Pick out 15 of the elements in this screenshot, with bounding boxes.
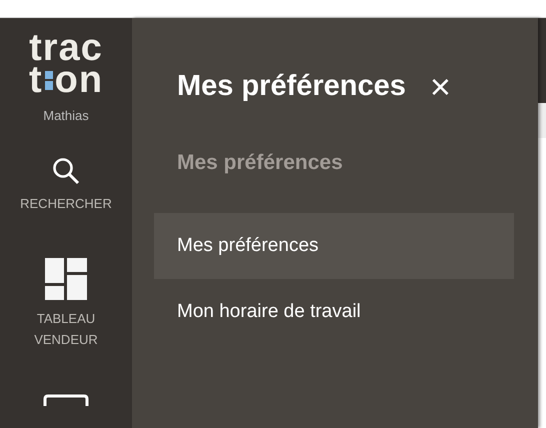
menu-item[interactable]: Mes préférences: [154, 213, 514, 279]
search-icon[interactable]: [52, 157, 80, 185]
panel-title: Mes préférences: [177, 70, 406, 103]
logo-text: trac: [29, 32, 103, 64]
user-name: Mathias: [43, 108, 89, 123]
logo-text: t: [28, 64, 43, 96]
section-heading: Mes préférences: [177, 151, 344, 175]
close-button[interactable]: ×: [430, 72, 451, 102]
dashboard-icon[interactable]: [45, 258, 87, 300]
logo-dots-icon: [44, 69, 53, 91]
nav-label[interactable]: TABLEAU VENDEUR: [26, 308, 106, 350]
screen-icon[interactable]: [43, 394, 89, 406]
nav-label[interactable]: RECHERCHER: [10, 193, 122, 214]
menu-item[interactable]: Mon horaire de travail: [154, 279, 514, 345]
logo-text: on: [54, 64, 104, 96]
